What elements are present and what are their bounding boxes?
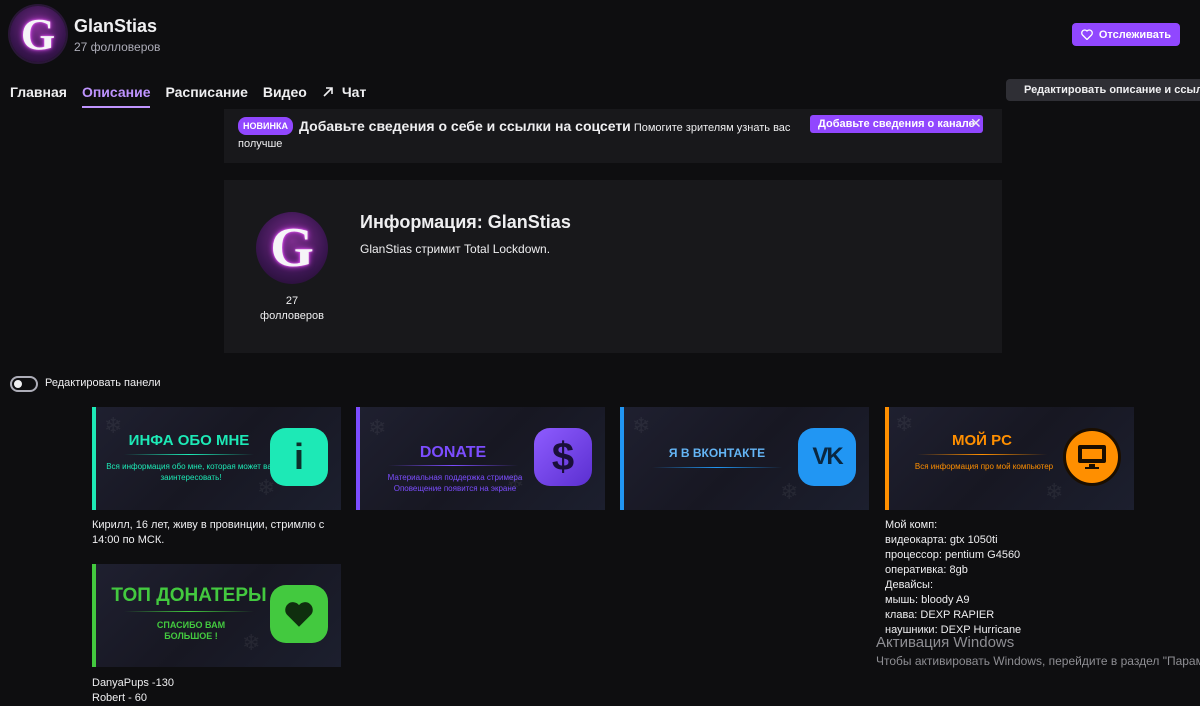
followers-count: 27 [285,295,299,307]
panel-desc-line: Robert - 60 [92,692,148,704]
snowflake-icon: ❄ [368,415,387,440]
panel-divider [652,467,782,468]
panel-subtitle: Вся информация про мой компьютер [914,462,1054,471]
panel-desc-line: клава: DEXP RAPIER [885,609,995,621]
snowflake-icon: ❄ [632,413,651,438]
about-text: GlanStias стримит Total Lockdown. [360,242,551,256]
panel-title: МОЙ PC [952,432,1012,449]
panel-desc-line: оперативка: 8gb [885,564,968,576]
panel-desc-line: DanyaPups -130 [92,677,174,689]
new-badge: НОВИНКА [238,117,293,135]
panel-desc-line: видеокарта: gtx 1050ti [885,534,998,546]
avatar-letter: G [270,217,314,279]
panel-desc-line: процессор: pentium G4560 [885,549,1021,561]
tab-home[interactable]: Главная [10,84,67,106]
panel-desc-line: мышь: bloody A9 [885,594,970,606]
heart-icon [270,585,328,643]
panel-subtitle: СПАСИБО ВАМ БОЛЬШОЕ ! [156,620,226,641]
tab-home-label: Главная [10,84,67,100]
panel-accent [92,407,96,510]
tab-videos[interactable]: Видео [263,84,307,106]
panel-vk[interactable]: ❄ ❄ Я В ВКОНТАКТЕ VK [620,407,869,510]
panel-top-donaters-description: DanyaPups -130 Robert - 60 [92,676,342,706]
panel-donate[interactable]: ❄ ❄ DONATE Материальная поддержка стриме… [356,407,605,510]
tab-about-label: Описание [81,84,151,100]
followers-word: фолловеров [260,310,324,322]
snowflake-icon: ❄ [242,630,261,655]
edit-description-button[interactable]: Редактировать описание и ссылки [1006,79,1200,101]
panel-title: ТОП ДОНАТЕРЫ [111,585,267,606]
follow-label: Отслеживать [1098,28,1171,41]
info-icon: i [270,428,328,486]
panel-title: ИНФА ОБО МНЕ [128,432,250,449]
panel-info[interactable]: ❄ ❄ ИНФА ОБО МНЕ Вся информация обо мне,… [92,407,341,510]
snowflake-icon: ❄ [780,479,799,504]
tab-chat[interactable]: Чат [322,84,366,106]
panel-divider [917,454,1047,455]
panel-top-donaters[interactable]: ❄ ТОП ДОНАТЕРЫ СПАСИБО ВАМ БОЛЬШОЕ ! [92,564,341,667]
panel-desc-line: Девайсы: [885,579,934,591]
channel-avatar[interactable]: G [10,6,66,62]
channel-name[interactable]: GlanStias [74,16,157,37]
dollar-icon: $ [534,428,592,486]
panel-pc-description: Мой комп: видеокарта: gtx 1050ti процесс… [885,518,1135,638]
panel-accent [620,407,624,510]
tab-schedule[interactable]: Расписание [165,84,247,106]
tab-videos-label: Видео [262,84,307,100]
channel-followers: 27 фолловеров [74,40,161,54]
edit-description-label: Редактировать описание и ссылки [1024,84,1200,96]
panel-pc[interactable]: ❄ ❄ МОЙ PC Вся информация про мой компью… [885,407,1134,510]
panel-subtitle: Материальная поддержка стримера Оповещен… [387,473,523,493]
snowflake-icon: ❄ [1045,479,1064,504]
avatar-letter: G [20,9,56,59]
panel-divider [124,454,254,455]
panel-title: Я В ВКОНТАКТЕ [668,446,766,460]
panel-accent [885,407,889,510]
panel-info-description: Кирилл, 16 лет, живу в провинции, стримл… [92,518,342,548]
vk-icon: VK [798,428,856,486]
channel-tabs: Главная Описание Расписание Видео Чат [10,84,366,108]
tab-about[interactable]: Описание [81,84,151,108]
panel-desc-line: Мой комп: [885,519,938,531]
panel-accent [356,407,360,510]
panel-divider [124,611,254,612]
panel-subtitle: Вся информация обо мне, которая может ва… [106,462,276,482]
windows-activation-text: Чтобы активировать Windows, перейдите в … [876,654,1200,668]
edit-panels-label: Редактировать панели [45,377,161,389]
panel-accent [92,564,96,667]
heart-icon [1080,29,1093,40]
notice-title: Добавьте сведения о себе и ссылки на соц… [299,118,631,134]
panel-desc-line: Кирилл, 16 лет, живу в провинции, стримл… [92,519,325,531]
panel-divider [388,465,518,466]
follow-button[interactable]: Отслеживать [1071,23,1180,46]
add-channel-info-button[interactable]: Добавьте сведения о канале [810,115,983,133]
tab-chat-label: Чат [341,84,367,100]
about-card: G 27 фолловеров Информация: GlanStias Gl… [224,180,1002,353]
tab-schedule-label: Расписание [165,84,248,100]
windows-activation-title: Активация Windows [876,634,1015,651]
panel-desc-line: 14:00 по МСК. [92,534,165,546]
toggle-knob [14,380,22,388]
about-title: Информация: GlanStias [360,212,571,232]
edit-panels-toggle[interactable] [10,376,38,392]
monitor-icon [1063,428,1121,486]
panel-title: DONATE [419,444,487,461]
close-icon[interactable]: ✕ [970,115,982,132]
external-arrow-icon [323,87,333,97]
about-followers: 27 фолловеров [252,294,332,324]
notice-banner: НОВИНКА Добавьте сведения о себе и ссылк… [224,109,1002,163]
about-avatar: G [256,212,328,284]
